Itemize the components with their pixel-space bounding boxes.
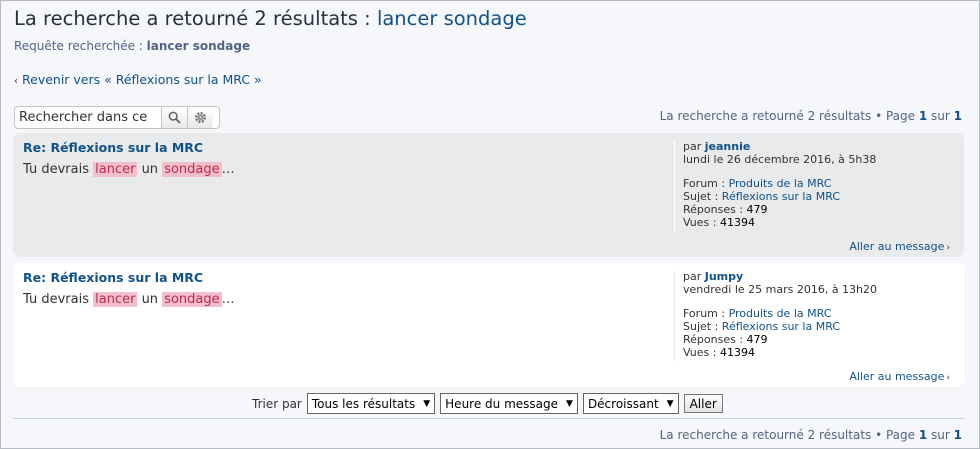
excerpt-text: un — [137, 292, 163, 307]
page-title: La recherche a retourné 2 résultats : la… — [14, 7, 527, 30]
post-date: lundi le 26 décembre 2016, à 5h38 — [683, 153, 877, 166]
replies-count: 479 — [746, 203, 768, 216]
goto-post-link[interactable]: Aller au message › — [849, 370, 950, 383]
pagination-current: 1 — [918, 109, 928, 123]
go-button[interactable]: Aller — [683, 394, 723, 413]
replies-label: Réponses : — [683, 333, 747, 346]
views-label: Vues : — [683, 346, 720, 359]
dropdown-arrow-icon: ▼ — [666, 398, 674, 409]
replies-label: Réponses : — [683, 203, 747, 216]
by-label: par — [683, 270, 705, 283]
replies-count: 479 — [746, 333, 768, 346]
pagination-prefix: La recherche a retourné 2 résultats • Pa… — [659, 109, 919, 123]
author-link[interactable]: Jumpy — [705, 270, 743, 283]
topic-link[interactable]: Réflexions sur la MRC — [722, 320, 840, 333]
pagination-prefix: La recherche a retourné 2 résultats • Pa… — [659, 428, 919, 442]
query-value: lancer sondage — [146, 39, 251, 53]
pagination-middle: sur — [927, 428, 954, 442]
select-value: Heure du message — [445, 396, 559, 411]
post-title-link[interactable]: Re: Réflexions sur la MRC — [23, 140, 203, 155]
search-input[interactable] — [15, 107, 161, 128]
sort-direction-select[interactable]: Décroissant ▼ — [582, 393, 679, 414]
highlight-term: lancer — [93, 162, 138, 177]
search-icon — [168, 111, 181, 124]
highlight-term: lancer — [93, 292, 138, 307]
views-count: 41394 — [719, 346, 755, 359]
forum-link[interactable]: Produits de la MRC — [729, 177, 832, 190]
post-date: vendredi le 25 mars 2016, à 13h20 — [683, 283, 878, 296]
topic-label: Sujet : — [683, 190, 722, 203]
search-button[interactable] — [161, 107, 187, 128]
forum-label: Forum : — [683, 307, 729, 320]
pagination-bottom: La recherche a retourné 2 résultats • Pa… — [660, 428, 962, 442]
forum-link[interactable]: Produits de la MRC — [729, 307, 832, 320]
pagination-total: 1 — [953, 428, 962, 442]
pagination-middle: sur — [927, 109, 954, 123]
author-link[interactable]: jeannie — [705, 140, 751, 153]
topic-label: Sujet : — [683, 320, 722, 333]
by-label: par — [683, 140, 705, 153]
pagination-current: 1 — [918, 428, 928, 442]
excerpt-text: … — [221, 292, 235, 307]
forum-label: Forum : — [683, 177, 729, 190]
search-query-line: Requête recherchée : lancer sondage — [14, 39, 250, 53]
pagination-top: La recherche a retourné 2 résultats • Pa… — [660, 109, 962, 123]
title-query-link[interactable]: lancer sondage — [377, 7, 527, 30]
goto-post-label[interactable]: Aller au message — [849, 240, 944, 253]
results-filter-select[interactable]: Tous les résultats ▼ — [306, 393, 436, 414]
title-prefix: La recherche a retourné 2 résultats : — [14, 7, 377, 30]
chevron-right-icon: › — [946, 243, 950, 253]
post-meta: par jeannie lundi le 26 décembre 2016, à… — [674, 140, 954, 232]
post-meta: par Jumpy vendredi le 25 mars 2016, à 13… — [674, 270, 954, 362]
search-box — [14, 106, 220, 129]
highlight-term: sondage — [162, 162, 222, 177]
search-result-post: Re: Réflexions sur la MRC Tu devrais lan… — [13, 133, 964, 257]
pagination-total: 1 — [953, 109, 962, 123]
query-label: Requête recherchée : — [14, 39, 147, 53]
goto-post-link[interactable]: Aller au message › — [849, 240, 950, 253]
excerpt-text: … — [221, 162, 235, 177]
select-value: Décroissant — [587, 396, 659, 411]
search-result-post: Re: Réflexions sur la MRC Tu devrais lan… — [13, 263, 964, 387]
excerpt-text: un — [137, 162, 163, 177]
back-link[interactable]: ‹ Revenir vers « Réflexions sur la MRC » — [14, 72, 262, 87]
excerpt-text: Tu devrais — [23, 292, 94, 307]
views-count: 41394 — [719, 216, 755, 229]
post-title-link[interactable]: Re: Réflexions sur la MRC — [23, 270, 203, 285]
back-link-label[interactable]: Revenir vers « Réflexions sur la MRC » — [22, 72, 262, 87]
dropdown-arrow-icon: ▼ — [566, 398, 573, 409]
views-label: Vues : — [683, 216, 720, 229]
post-excerpt: Tu devrais lancer un sondage… — [23, 162, 235, 177]
gear-icon — [195, 112, 206, 123]
sort-key-select[interactable]: Heure du message ▼ — [440, 393, 578, 414]
sort-bar: Trier par Tous les résultats ▼ Heure du m… — [252, 393, 723, 414]
sort-label: Trier par — [252, 396, 302, 411]
topic-link[interactable]: Réflexions sur la MRC — [722, 190, 840, 203]
divider — [13, 418, 964, 419]
chevron-left-icon: ‹ — [14, 76, 18, 87]
goto-post-label[interactable]: Aller au message — [849, 370, 944, 383]
excerpt-text: Tu devrais — [23, 162, 94, 177]
select-value: Tous les résultats — [311, 396, 416, 411]
chevron-right-icon: › — [946, 373, 950, 383]
highlight-term: sondage — [162, 292, 222, 307]
advanced-search-button[interactable] — [187, 107, 213, 128]
dropdown-arrow-icon: ▼ — [423, 398, 431, 409]
post-excerpt: Tu devrais lancer un sondage… — [23, 292, 235, 307]
